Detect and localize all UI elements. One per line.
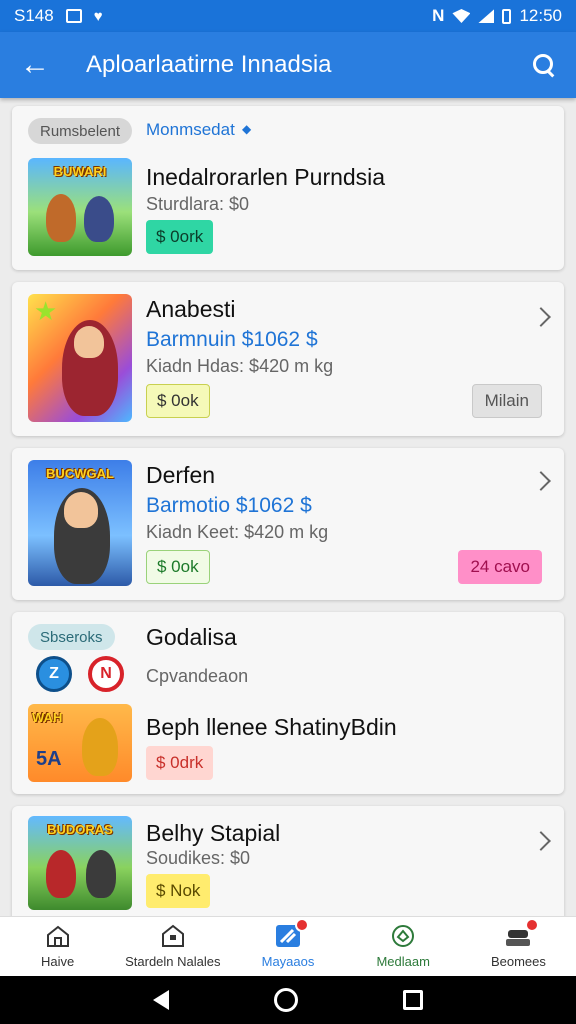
games-icon [275,918,309,948]
system-nav-bar [0,976,576,1024]
get-button[interactable]: $ 0ok [146,550,210,584]
thumbnail-title: WAH [32,710,63,725]
wifi-icon [452,9,471,23]
get-button[interactable]: $ 0ok [146,384,210,418]
nav-store[interactable]: Stardeln Nalales [115,917,230,976]
category-tag: Sbseroks [28,624,115,650]
game-thumbnail: BUWARI [28,158,132,256]
list-item[interactable]: Rumsbelent Monmsedat ◆ BUWARI Inedalrora… [12,106,564,270]
chevron-right-icon[interactable] [531,471,551,491]
sale-badge[interactable]: 24 cavo [458,550,542,584]
heart-icon: ♥ [93,7,103,25]
thumbnail-label: 5A [36,748,62,770]
verified-icon: ◆ [242,122,252,136]
battery-icon [502,8,512,24]
back-arrow-icon[interactable]: ← [20,50,60,80]
blocked-icon: N [88,656,124,692]
item-title: Anabesti [146,296,236,322]
status-time-left: S148 [14,6,54,25]
nfc-icon: N [432,6,445,25]
item-title: Beph llenee ShatinyBdin [146,714,397,740]
get-button[interactable]: $ Nok [146,874,211,908]
game-thumbnail: BUCWGAL [28,460,132,586]
game-thumbnail: ★ [28,294,132,422]
thumbnail-title: BUCWGAL [46,466,114,481]
nav-label: Stardeln Nalales [125,954,221,969]
status-bar: S148 ♥ N 12:50 [0,0,576,32]
system-back-icon[interactable] [152,990,169,1010]
category-tag: Rumsbelent [28,118,133,144]
media-icon [390,924,416,948]
item-title: Derfen [146,462,216,488]
secondary-button[interactable]: Milain [471,384,542,418]
page-title: Aploarlaatirne Innadsia [86,51,332,78]
nav-label: Medlaam [376,954,430,969]
item-subtitle: Sturdlara: $0 [146,194,250,214]
gallery-icon [65,9,82,23]
system-home-icon[interactable] [273,988,298,1012]
platform-icon: Z [36,656,72,692]
list-item[interactable]: BUDORAS Belhy Stapial Soudikes: $0 $ Nok [12,806,564,926]
item-price: Barmotio $1062 $ [146,494,312,517]
game-thumbnail: BUDORAS [28,816,132,910]
notification-badge [295,918,309,932]
profile-icon [505,918,540,948]
nav-games[interactable]: Mayaaos [230,917,345,976]
nav-label: Beomees [490,954,546,969]
thumbnail-title: BUDORAS [47,822,113,837]
status-time-right: 12:50 [519,6,562,25]
game-thumbnail: WAH 5A [28,704,132,782]
chevron-right-icon[interactable] [531,307,551,327]
item-subtitle: Cpvandeaon [146,666,249,686]
list-item[interactable]: ★ Anabesti Barmnuin $1062 $ Kiadn Hdas: … [12,282,564,436]
item-title: Inedalrorarlen Purndsia [146,164,386,190]
bottom-nav: Haive Stardeln Nalales Mayaaos Medlaam B… [0,916,576,976]
section-title: Godalisa [146,624,237,650]
list-item[interactable]: BUCWGAL Derfen Barmotio $1062 $ Kiadn Ke… [12,448,564,600]
nav-label: Mayaaos [261,954,315,969]
item-subtitle: Kiadn Keet: $420 m kg [146,522,329,542]
source-link[interactable]: Monmsedat [146,120,235,140]
item-price: Barmnuin $1062 $ [146,328,318,351]
item-subtitle: Soudikes: $0 [146,848,251,868]
nav-media[interactable]: Medlaam [346,917,461,976]
get-button[interactable]: $ 0drk [146,746,214,780]
item-title: Belhy Stapial [146,820,281,846]
app-bar: ← Aploarlaatirne Innadsia [0,32,576,98]
nav-home[interactable]: Haive [0,917,115,976]
nav-label: Haive [40,954,75,969]
store-icon [160,924,186,948]
item-subtitle: Kiadn Hdas: $420 m kg [146,356,334,376]
chevron-right-icon[interactable] [531,831,551,851]
home-icon [45,924,71,948]
list-item[interactable]: Sbseroks Godalisa Z N Cpvandeaon WAH 5A … [12,612,564,794]
get-button[interactable]: $ 0ork [146,220,214,254]
search-icon[interactable] [532,53,556,77]
thumbnail-title: BUWARI [53,164,107,179]
star-icon: ★ [34,296,58,326]
notification-badge [525,918,540,932]
nav-profile[interactable]: Beomees [461,917,576,976]
signal-icon [478,9,495,23]
system-recents-icon[interactable] [403,990,424,1010]
